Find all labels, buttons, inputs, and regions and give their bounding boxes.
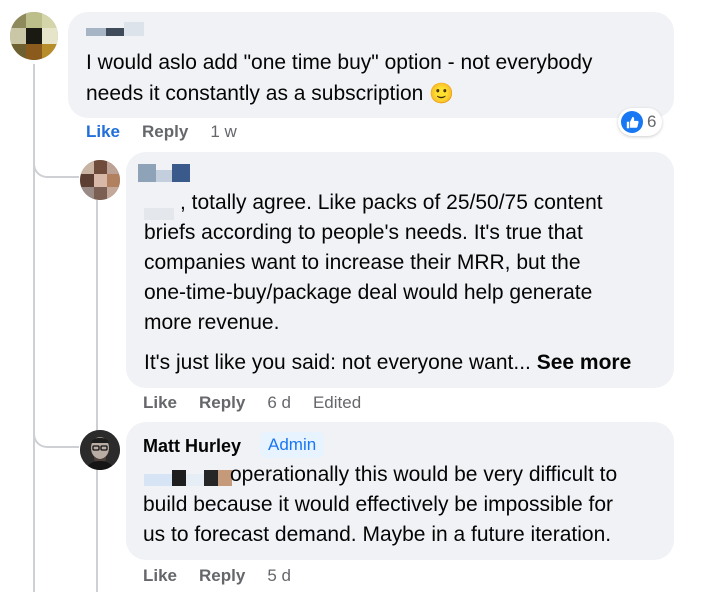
comment-timestamp[interactable]: 6 d bbox=[267, 393, 291, 413]
comment-text-2-line-3: companies want to increase their MRR, bu… bbox=[144, 251, 581, 274]
thread-line-reply bbox=[96, 200, 98, 592]
redaction-block bbox=[138, 164, 156, 182]
redacted-author-name[interactable] bbox=[138, 164, 194, 182]
comment-actions-3: Like Reply 5 d bbox=[143, 566, 313, 586]
comment-text-2-line-6-text: It's just like you said: not everyone wa… bbox=[144, 351, 531, 374]
comment-timestamp[interactable]: 1 w bbox=[210, 122, 236, 142]
avatar-pixel bbox=[80, 160, 94, 174]
thread-line-main bbox=[33, 64, 35, 592]
avatar-pixel bbox=[26, 44, 42, 60]
avatar-pixel bbox=[80, 187, 94, 200]
avatar-pixel bbox=[10, 28, 26, 44]
comment-text-3-line-3: us to forecast demand. Maybe in a future… bbox=[143, 523, 612, 546]
avatar-pixel bbox=[94, 160, 107, 174]
avatar-commenter-2[interactable] bbox=[80, 160, 120, 200]
comment-text-2-line-6: It's just like you said: not everyone wa… bbox=[144, 348, 631, 378]
redacted-mention[interactable] bbox=[144, 466, 240, 486]
reaction-summary[interactable]: 6 bbox=[618, 108, 663, 136]
comment-text-3-line-1: operationally this would be very difficu… bbox=[230, 463, 618, 486]
avatar-pixel bbox=[26, 12, 42, 28]
avatar-pixel bbox=[42, 28, 58, 44]
redaction-block bbox=[172, 470, 186, 486]
redaction-block bbox=[172, 164, 190, 182]
comment-text-2-line-5: more revenue. bbox=[144, 311, 280, 334]
like-button[interactable]: Like bbox=[143, 393, 177, 413]
thread-connector-reply-2 bbox=[33, 420, 79, 448]
reaction-count: 6 bbox=[647, 112, 657, 131]
comment-text-1-line-2: needs it constantly as a subscription 🙂 bbox=[86, 78, 454, 109]
avatar-pixel bbox=[107, 174, 120, 187]
comment-text-2-line-2: briefs according to people's needs. It's… bbox=[144, 221, 583, 244]
avatar-pixel bbox=[94, 187, 107, 200]
comment-text-2-line-1: , totally agree. Like packs of 25/50/75 … bbox=[180, 191, 603, 214]
avatar-pixel bbox=[94, 174, 107, 187]
avatar-pixel bbox=[107, 160, 120, 174]
avatar-pixel bbox=[42, 44, 58, 60]
thread-connector-reply-1 bbox=[33, 150, 79, 178]
redaction-block bbox=[186, 474, 204, 486]
comment-bubble-3: Matt Hurley Admin operationally this wou… bbox=[126, 422, 674, 560]
admin-badge[interactable]: Admin bbox=[260, 432, 325, 458]
avatar-commenter-1[interactable] bbox=[10, 12, 58, 60]
avatar-matt-hurley[interactable] bbox=[80, 430, 120, 470]
edited-label[interactable]: Edited bbox=[313, 393, 361, 413]
comment-text-1-line-1: I would aslo add "one time buy" option -… bbox=[86, 51, 593, 74]
like-button[interactable]: Like bbox=[143, 566, 177, 586]
avatar-pixel bbox=[10, 44, 26, 60]
reply-button[interactable]: Reply bbox=[199, 566, 245, 586]
avatar-pixel bbox=[80, 174, 94, 187]
comment-actions-1: Like Reply 1 w bbox=[86, 122, 259, 142]
redaction-block bbox=[144, 474, 172, 486]
comment-text-3-line-2: build because it would effectively be im… bbox=[143, 493, 614, 516]
avatar-pixel bbox=[107, 187, 120, 200]
comment-actions-2: Like Reply 6 d Edited bbox=[143, 393, 383, 413]
redaction-block bbox=[204, 470, 218, 486]
reply-button[interactable]: Reply bbox=[142, 122, 188, 142]
comment-text-1-line-2-text: needs it constantly as a subscription bbox=[86, 82, 424, 105]
like-button[interactable]: Like bbox=[86, 122, 120, 142]
smile-emoji-icon: 🙂 bbox=[429, 81, 455, 105]
avatar-pixel bbox=[42, 12, 58, 28]
redaction-block bbox=[106, 28, 124, 36]
thumbs-up-icon bbox=[621, 111, 643, 133]
avatar-pixel bbox=[26, 28, 42, 44]
comment-bubble-2: , totally agree. Like packs of 25/50/75 … bbox=[126, 152, 674, 388]
comment-bubble-1: I would aslo add "one time buy" option -… bbox=[68, 12, 674, 118]
redacted-author-name[interactable] bbox=[86, 22, 146, 36]
redaction-block bbox=[86, 28, 106, 36]
avatar-pixel bbox=[10, 12, 26, 28]
author-name-matt-hurley[interactable]: Matt Hurley bbox=[143, 436, 241, 457]
reply-button[interactable]: Reply bbox=[199, 393, 245, 413]
person-photo-icon bbox=[80, 430, 120, 470]
see-more-button[interactable]: See more bbox=[537, 351, 632, 374]
comment-timestamp[interactable]: 5 d bbox=[267, 566, 291, 586]
redaction-block bbox=[156, 170, 172, 182]
comment-text-2-line-4: one-time-buy/package deal would help gen… bbox=[144, 281, 593, 304]
redaction-block bbox=[124, 22, 144, 36]
